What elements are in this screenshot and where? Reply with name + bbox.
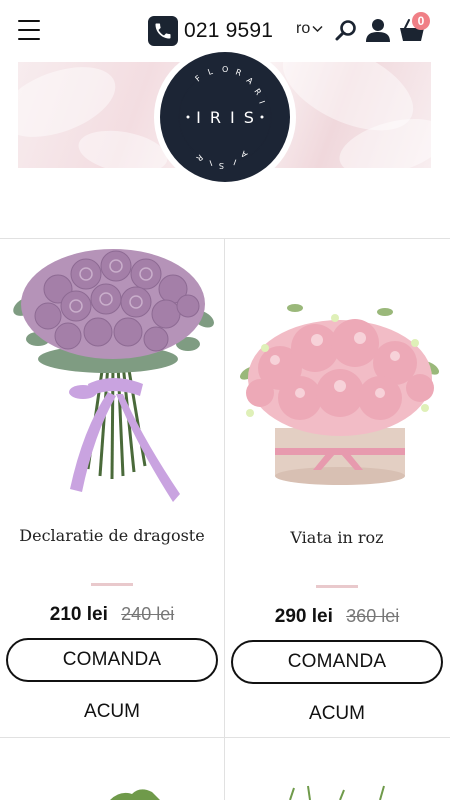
current-price: 290 lei [274, 606, 333, 627]
next-product-image-partial[interactable] [110, 786, 160, 800]
user-icon [366, 19, 390, 42]
language-label: ro [296, 20, 311, 37]
product-card: Viata in roz 290 lei 360 lei COMANDA ACU… [225, 238, 449, 738]
product-name[interactable]: Viata in roz [225, 528, 449, 547]
title-divider [316, 585, 358, 588]
next-product-image-partial[interactable] [280, 784, 400, 800]
cart-count-badge: 0 [412, 12, 430, 30]
order-button[interactable]: COMANDA [231, 640, 443, 684]
chevron-down-icon [312, 25, 323, 33]
cart-button[interactable]: 0 [398, 12, 430, 44]
phone-link[interactable]: 021 9591 [148, 16, 273, 46]
search-icon [335, 20, 356, 41]
product-name[interactable]: Declaratie de dragoste [0, 526, 224, 545]
product-card: Declaratie de dragoste 210 lei 240 lei C… [0, 238, 224, 738]
store-logo[interactable]: F L O R A R I A I S I R IRIS [160, 52, 290, 182]
language-selector[interactable]: ro [296, 20, 323, 38]
current-price: 210 lei [49, 604, 108, 625]
old-price: 360 lei [346, 606, 400, 626]
phone-icon [148, 16, 178, 46]
order-button-label-2[interactable]: ACUM [0, 701, 224, 723]
title-divider [91, 583, 133, 586]
price-row: 210 lei 240 lei [0, 604, 224, 626]
search-button[interactable] [332, 16, 360, 44]
old-price: 240 lei [121, 604, 175, 624]
account-button[interactable] [364, 16, 392, 44]
order-button[interactable]: COMANDA [6, 638, 218, 682]
phone-number: 021 9591 [184, 19, 274, 42]
price-row: 290 lei 360 lei [225, 606, 449, 628]
product-image-roses[interactable] [8, 244, 218, 514]
product-image-pink-box[interactable] [235, 298, 445, 498]
order-button-label-2[interactable]: ACUM [225, 703, 449, 725]
logo-brand-text: IRIS [196, 107, 263, 127]
menu-icon[interactable] [18, 20, 40, 40]
